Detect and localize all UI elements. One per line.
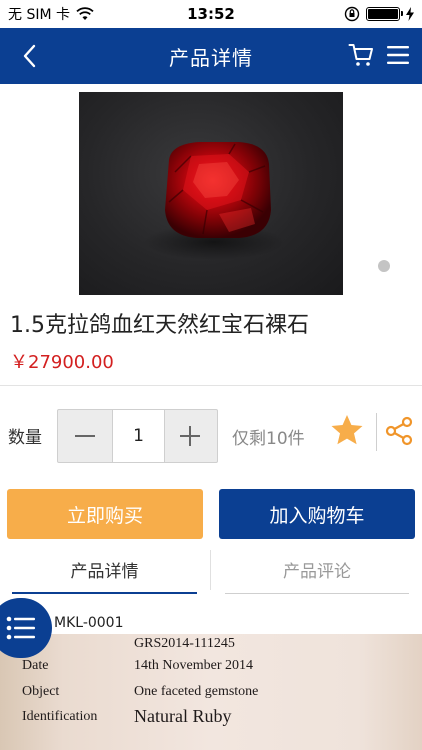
tab-product-details[interactable]: 产品详情 (12, 546, 197, 594)
list-icon (6, 616, 35, 640)
certificate-label: Date (22, 658, 49, 673)
product-gallery[interactable] (0, 84, 422, 299)
quantity-label: 数量 (8, 428, 42, 448)
increase-button[interactable] (163, 410, 217, 462)
page-title: 产品详情 (169, 45, 253, 70)
divider (376, 413, 377, 451)
divider (210, 550, 211, 590)
wifi-icon (76, 7, 94, 20)
status-bar: 无 SIM 卡 13:52 (0, 0, 422, 28)
stock-remaining: 仅剩10件 (232, 429, 305, 449)
certificate-row: Date 14th November 2014 (0, 658, 422, 678)
product-title: 1.5克拉鸽血红天然红宝石裸石 (10, 313, 309, 338)
minus-icon (75, 435, 95, 437)
battery-icon (366, 7, 403, 21)
quantity-input[interactable]: 1 (112, 410, 165, 462)
rotation-lock-icon (344, 6, 360, 22)
add-to-cart-button[interactable]: 加入购物车 (219, 489, 415, 539)
certificate-row: GRS2014-111245 (0, 636, 422, 656)
divider (0, 385, 422, 386)
charging-icon (406, 7, 414, 21)
detail-tabs: 产品详情 产品评论 (0, 546, 422, 596)
certificate-value: 14th November 2014 (134, 658, 253, 673)
buy-now-button[interactable]: 立即购买 (7, 489, 203, 539)
share-icon[interactable] (384, 416, 414, 446)
nav-bar: 产品详情 (0, 28, 422, 84)
quantity-stepper: 1 (57, 409, 218, 463)
status-left: 无 SIM 卡 (8, 4, 94, 24)
chevron-left-icon (23, 44, 36, 68)
certificate-value: GRS2014-111245 (134, 636, 235, 651)
gallery-pager-dot[interactable] (378, 260, 390, 272)
favorite-star-icon[interactable] (330, 414, 364, 446)
certificate-label: Object (22, 684, 60, 699)
plus-icon (180, 426, 200, 446)
product-sku: MKL-0001 (54, 615, 124, 631)
certificate-value: One faceted gemstone (134, 684, 259, 699)
certificate-row: Object One faceted gemstone (0, 684, 422, 704)
certificate-image: GRS2014-111245 Date 14th November 2014 O… (0, 634, 422, 750)
status-right (344, 6, 414, 22)
certificate-label: Identification (22, 709, 98, 724)
hamburger-menu-icon[interactable] (386, 44, 410, 66)
back-button[interactable] (14, 41, 44, 71)
product-price: ￥27900.00 (10, 352, 114, 373)
decrease-button[interactable] (58, 410, 112, 462)
product-image (79, 92, 343, 295)
carrier-label: 无 SIM 卡 (8, 7, 70, 23)
certificate-value: Natural Ruby (134, 706, 232, 726)
certificate-row: Identification Natural Ruby (0, 706, 422, 729)
tab-product-reviews[interactable]: 产品评论 (225, 546, 409, 594)
cart-icon[interactable] (348, 42, 374, 68)
